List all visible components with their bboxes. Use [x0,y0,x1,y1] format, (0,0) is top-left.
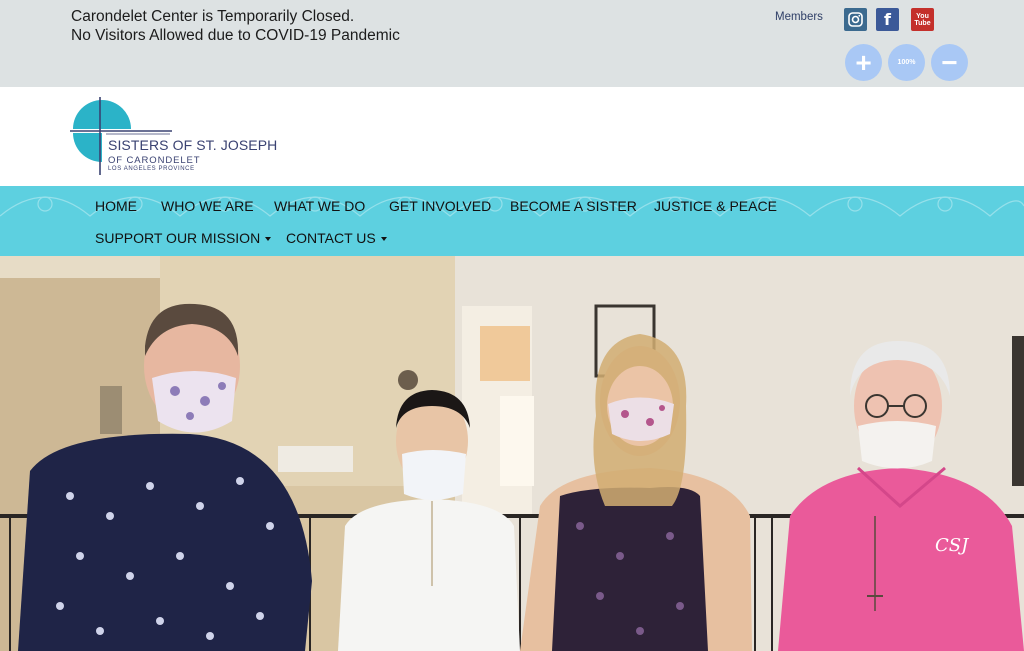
youtube-icon[interactable]: You Tube [911,8,934,31]
nav-justice-and-peace[interactable]: JUSTICE & PEACE [654,198,777,214]
logo-line-1: SISTERS OF ST. JOSEPH [108,137,278,153]
logo-line-3: LOS ANGELES PROVINCE [108,166,195,172]
nav-become-a-sister[interactable]: BECOME A SISTER [510,198,637,214]
nav-contact-us[interactable]: CONTACT US [286,230,387,246]
nav-support-our-mission[interactable]: SUPPORT OUR MISSION [95,230,272,246]
chevron-down-icon [380,237,387,242]
facebook-glyph: f [884,10,891,29]
shirt-monogram: CSJ [935,535,970,556]
nav-home[interactable]: HOME [95,198,137,214]
closure-notice-line-1: Carondelet Center is Temporarily Closed. [71,8,355,25]
chevron-down-icon [265,237,272,242]
main-navigation: HOME WHO WE ARE WHAT WE DO GET INVOLVED … [0,186,1024,256]
top-notice-bar: Carondelet Center is Temporarily Closed.… [0,0,1024,87]
closure-notice-line-2: No Visitors Allowed due to COVID-19 Pand… [71,27,400,44]
sisters-in-masks-image: CSJ [0,256,1024,651]
zoom-level-button[interactable]: 100% [888,44,925,81]
nav-who-we-are[interactable]: WHO WE ARE [161,198,254,214]
logo-line-2: OF CARONDELET [108,155,201,166]
youtube-glyph-bottom: Tube [914,19,931,27]
facebook-icon[interactable]: f [876,8,899,31]
hero-photo: CSJ [0,256,1024,651]
youtube-glyph-top: You [916,12,929,20]
zoom-out-button[interactable]: − [931,44,968,81]
instagram-icon[interactable] [844,8,867,31]
zoom-in-button[interactable]: + [845,44,882,81]
nav-contact-us-label: CONTACT US [286,230,376,246]
nav-support-our-mission-label: SUPPORT OUR MISSION [95,230,261,246]
nav-get-involved[interactable]: GET INVOLVED [389,198,491,214]
members-link[interactable]: Members [775,11,823,23]
closure-notice: Carondelet Center is Temporarily Closed.… [71,7,400,45]
nav-what-we-do[interactable]: WHAT WE DO [274,198,365,214]
